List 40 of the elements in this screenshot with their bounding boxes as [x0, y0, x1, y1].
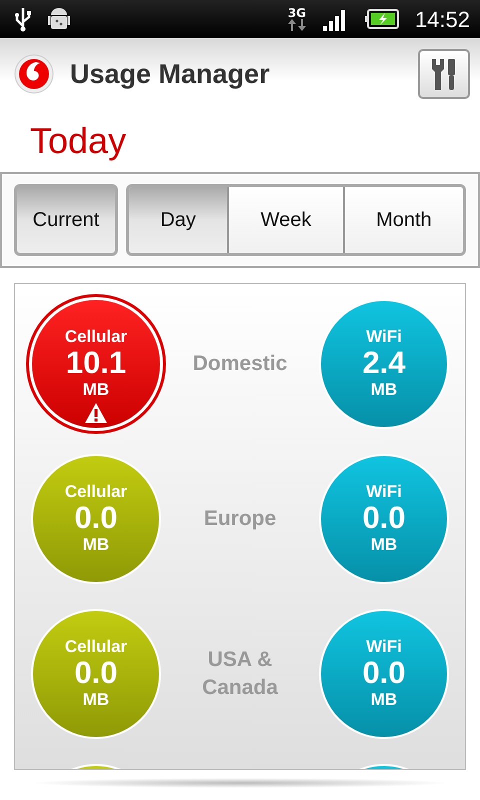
network-type: 3G [288, 7, 306, 19]
region-name: Domestic [192, 350, 288, 377]
usage-value: 0.0 [362, 501, 406, 536]
usage-label: Cellular [64, 638, 128, 656]
clock: 14:52 [414, 6, 470, 34]
period-tab[interactable]: Day [129, 187, 228, 253]
period-tab[interactable]: Month [342, 187, 463, 253]
usage-value: 0.0 [74, 501, 118, 536]
settings-button[interactable] [418, 49, 470, 99]
region-name: Europe [202, 506, 278, 532]
usage-value: 0.0 [362, 656, 406, 691]
current-button[interactable]: Current [14, 184, 118, 256]
usage-unit: MB [82, 690, 110, 710]
usage-label: Cellular [64, 328, 128, 346]
usage-unit: MB [82, 380, 110, 400]
region-name: USA & Canada [201, 647, 279, 700]
cellular-usage-circle[interactable]: Cellular 10.1 MB [32, 300, 160, 428]
period-tab[interactable]: Week [227, 187, 343, 253]
wifi-usage-circle[interactable]: WiFi 0.0 MB [319, 608, 449, 738]
usage-unit: MB [82, 536, 110, 554]
usage-value: 2.4 [362, 346, 406, 381]
usage-label: WiFi [366, 638, 402, 656]
usage-value: 10.1 [66, 346, 126, 381]
usage-value: 0.0 [74, 656, 118, 691]
usb-icon [14, 6, 32, 32]
app-logo [14, 54, 54, 94]
app-title: Usage Manager [70, 58, 271, 91]
battery-charging-icon [364, 9, 399, 29]
usage-unit: MB [370, 536, 398, 554]
usage-label: WiFi [366, 482, 402, 502]
usage-label: Cellular [64, 482, 128, 502]
usage-label: WiFi [366, 328, 402, 346]
warning-icon [84, 402, 108, 424]
wifi-usage-circle[interactable]: WiFi 2.4 MB [319, 298, 449, 428]
usage-unit: MB [370, 690, 398, 710]
data-arrows-icon [286, 19, 307, 31]
android-icon [48, 6, 70, 32]
usage-unit: MB [370, 380, 398, 400]
wifi-usage-circle[interactable]: WiFi 0.0 MB [319, 454, 449, 584]
period-title: Today [29, 119, 128, 163]
